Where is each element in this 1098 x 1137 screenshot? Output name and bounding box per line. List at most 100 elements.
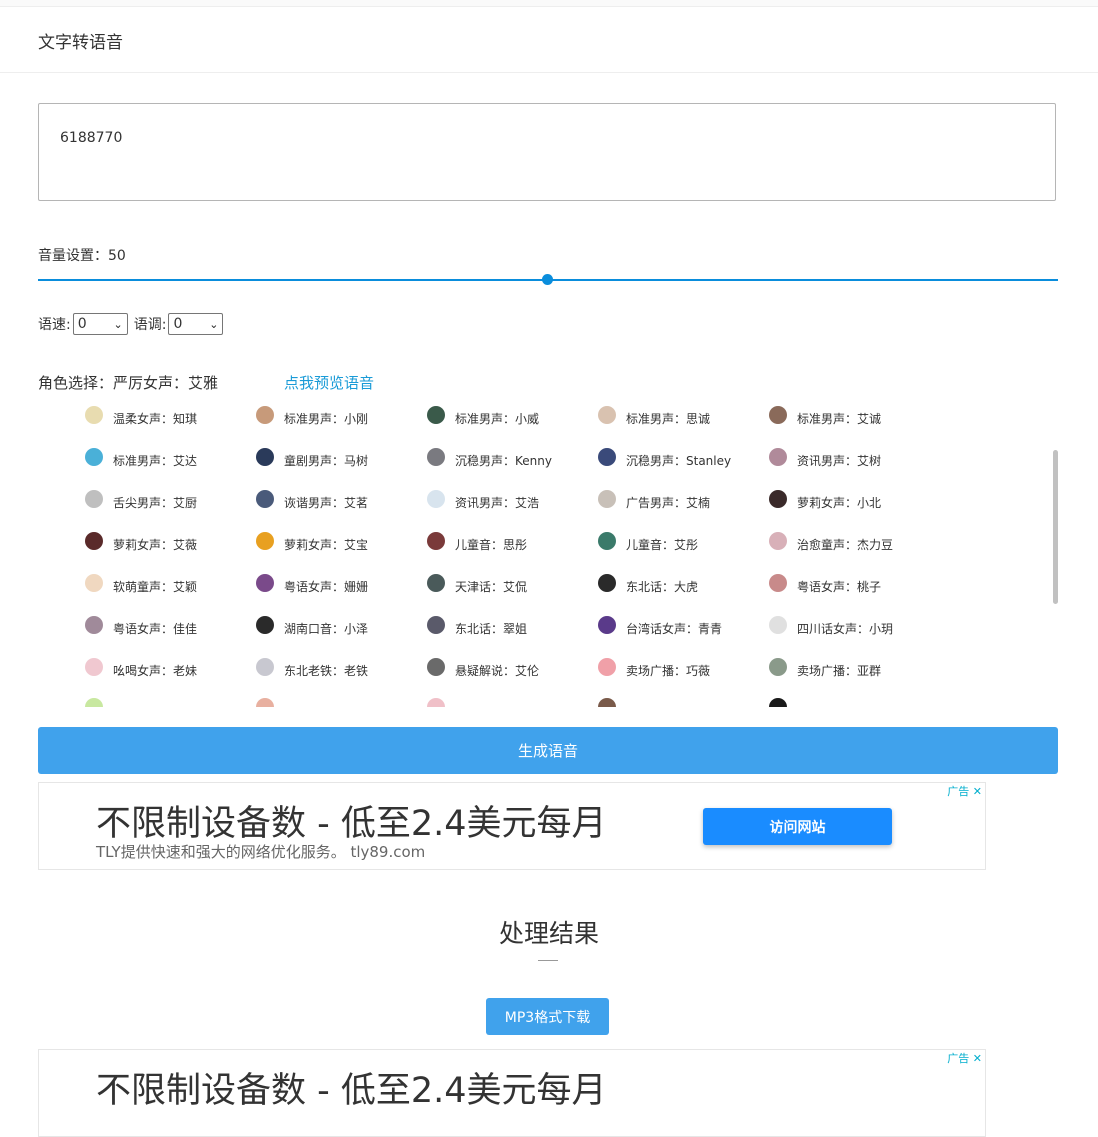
page-header: 文字转语音 bbox=[0, 7, 1098, 73]
voice-option-label: 资讯男声：艾树 bbox=[797, 454, 882, 468]
avatar bbox=[769, 574, 787, 592]
voice-option-label: 卖场广播：巧薇 bbox=[626, 664, 711, 678]
role-selection: 角色选择：严厉女声：艾雅 点我预览语音 bbox=[38, 372, 374, 393]
avatar bbox=[427, 658, 445, 676]
voice-option-label: 童剧男声：马树 bbox=[284, 454, 369, 468]
voice-option-label: 标准男声：小威 bbox=[455, 412, 540, 426]
voice-option-label: 软萌童声：艾颖 bbox=[113, 580, 198, 594]
pitch-select[interactable]: 0 ⌄ bbox=[168, 313, 224, 335]
avatar bbox=[85, 532, 103, 550]
avatar bbox=[598, 616, 616, 634]
avatar bbox=[427, 532, 445, 550]
avatar bbox=[769, 406, 787, 424]
speed-select[interactable]: 0 ⌄ bbox=[72, 313, 128, 335]
avatar bbox=[85, 490, 103, 508]
avatar bbox=[256, 574, 274, 592]
role-label: 角色选择：严厉女声：艾雅 bbox=[38, 374, 219, 392]
preview-voice-link[interactable]: 点我预览语音 bbox=[284, 372, 374, 393]
top-strip bbox=[0, 0, 1098, 7]
avatar bbox=[598, 406, 616, 424]
text-input-value: 6188770 bbox=[60, 130, 123, 146]
voice-option-label: 东北老铁：老铁 bbox=[284, 664, 369, 678]
voice-option-label: 卖场广播：亚群 bbox=[797, 664, 882, 678]
voice-option-label: 温柔女声：知琪 bbox=[113, 412, 198, 426]
ad-headline[interactable]: 不限制设备数 - 低至2.4美元每月 bbox=[96, 795, 607, 846]
avatar bbox=[769, 448, 787, 466]
chevron-down-icon: ⌄ bbox=[209, 317, 219, 331]
ad-banner[interactable]: 不限制设备数 - 低至2.4美元每月 TLY提供快速和强大的网络优化服务。 tl… bbox=[38, 782, 986, 870]
avatar bbox=[769, 616, 787, 634]
avatar bbox=[769, 658, 787, 676]
avatar bbox=[85, 406, 103, 424]
avatar bbox=[427, 616, 445, 634]
voice-option-label: 标准男声：艾达 bbox=[113, 454, 198, 468]
ad-banner-2[interactable]: 不限制设备数 - 低至2.4美元每月 广告 ✕ bbox=[38, 1049, 986, 1137]
avatar[interactable] bbox=[598, 698, 616, 707]
voice-option-label: 广告男声：艾楠 bbox=[626, 496, 711, 510]
avatar[interactable] bbox=[769, 698, 787, 707]
voice-option-label: 湖南口音：小泽 bbox=[284, 622, 369, 636]
avatar bbox=[598, 490, 616, 508]
generate-voice-button[interactable]: 生成语音 bbox=[38, 727, 1058, 774]
avatar bbox=[427, 448, 445, 466]
avatar[interactable] bbox=[427, 698, 445, 707]
page-title: 文字转语音 bbox=[38, 33, 123, 53]
ad-visit-button[interactable]: 访问网站 bbox=[703, 808, 892, 845]
avatar bbox=[256, 490, 274, 508]
voice-option-label: 舌尖男声：艾厨 bbox=[113, 496, 198, 510]
voice-option-label: 儿童音：艾彤 bbox=[626, 538, 699, 552]
ad-choices-icon[interactable]: 广告 ✕ bbox=[947, 1050, 982, 1066]
ad-subtext[interactable]: TLY提供快速和强大的网络优化服务。 tly89.com bbox=[96, 841, 425, 862]
avatar bbox=[427, 490, 445, 508]
voice-option-label: 标准男声：思诚 bbox=[626, 412, 711, 426]
pitch-select-value: 0 bbox=[173, 316, 183, 332]
voice-option-label: 东北话：大虎 bbox=[626, 580, 699, 594]
voice-option-label: 东北话：翠姐 bbox=[455, 622, 528, 636]
avatar[interactable] bbox=[85, 698, 103, 707]
avatar bbox=[769, 490, 787, 508]
voice-option-label: 治愈童声：杰力豆 bbox=[797, 538, 894, 552]
avatar bbox=[598, 658, 616, 676]
ad-choices-icon[interactable]: 广告 ✕ bbox=[947, 783, 982, 799]
voice-option-label: 标准男声：艾诚 bbox=[797, 412, 882, 426]
voice-option-label: 台湾话女声：青青 bbox=[626, 622, 723, 636]
speed-label: 语速: bbox=[38, 317, 71, 333]
avatar bbox=[598, 448, 616, 466]
avatar bbox=[256, 448, 274, 466]
avatar bbox=[256, 658, 274, 676]
volume-slider-thumb[interactable] bbox=[542, 274, 553, 285]
mp3-download-button[interactable]: MP3格式下载 bbox=[486, 998, 609, 1035]
avatar bbox=[598, 532, 616, 550]
voice-option-label: 诙谐男声：艾茗 bbox=[284, 496, 369, 510]
chevron-down-icon: ⌄ bbox=[113, 317, 123, 331]
voice-option-label: 萝莉女声：艾宝 bbox=[284, 538, 369, 552]
voice-option-label: 标准男声：小刚 bbox=[284, 412, 369, 426]
voice-list-scrollbar[interactable] bbox=[1053, 450, 1058, 604]
avatar bbox=[769, 532, 787, 550]
voice-option-label: 粤语女声：姗姗 bbox=[284, 580, 369, 594]
voice-option-label: 资讯男声：艾浩 bbox=[455, 496, 540, 510]
text-input[interactable]: 6188770 bbox=[38, 103, 1056, 201]
speed-pitch-row: 语速: 0 ⌄ 语调: 0 ⌄ bbox=[38, 313, 224, 335]
avatar bbox=[256, 406, 274, 424]
voice-option-label: 悬疑解说：艾伦 bbox=[455, 664, 540, 678]
voice-option-label: 粤语女声：佳佳 bbox=[113, 622, 198, 636]
voice-option-label: 粤语女声：桃子 bbox=[797, 580, 882, 594]
voice-option-label: 吆喝女声：老妹 bbox=[113, 664, 198, 678]
speed-select-value: 0 bbox=[77, 316, 87, 332]
avatar[interactable] bbox=[256, 698, 274, 707]
avatar bbox=[85, 448, 103, 466]
avatar bbox=[427, 406, 445, 424]
voice-option-label: 四川话女声：小玥 bbox=[797, 622, 894, 636]
voice-option-label: 儿童音：思彤 bbox=[455, 538, 528, 552]
avatar bbox=[85, 658, 103, 676]
voice-option-label: 萝莉女声：艾薇 bbox=[113, 538, 198, 552]
result-divider bbox=[538, 960, 558, 961]
voice-list[interactable]: 温柔女声：知琪 标准男声：小刚 标准男声：小威 标准男声：思诚 标准男声：艾诚标准男声：… bbox=[38, 400, 1060, 707]
voice-option-label: 萝莉女声：小北 bbox=[797, 496, 882, 510]
avatar bbox=[427, 574, 445, 592]
volume-slider[interactable] bbox=[38, 274, 1058, 285]
voice-option-label: 沉稳男声：Kenny bbox=[455, 454, 552, 468]
ad-headline[interactable]: 不限制设备数 - 低至2.4美元每月 bbox=[96, 1062, 607, 1113]
avatar bbox=[85, 616, 103, 634]
